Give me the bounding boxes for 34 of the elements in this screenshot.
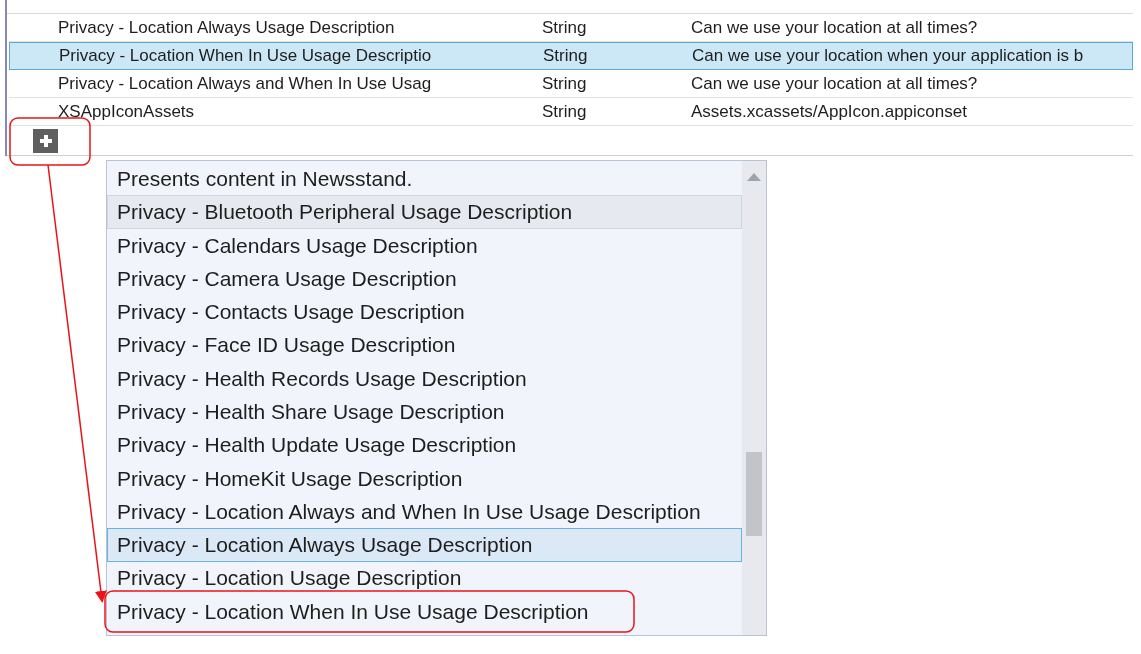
plus-icon (39, 134, 52, 147)
dropdown-item[interactable]: Privacy - Health Records Usage Description (107, 361, 742, 396)
type-cell-text: String (543, 45, 589, 68)
table-row[interactable]: Privacy - Location When In Use Usage Descriptio String Can we use your location when your application is b (9, 42, 1133, 70)
value-cell-text: Can we use your location at all times? (691, 16, 978, 39)
dropdown-item[interactable]: Privacy - Location When In Use Usage Description (107, 594, 742, 629)
value-cell-text: Can we use your location at all times? (691, 72, 978, 95)
dropdown-item[interactable]: Privacy - HomeKit Usage Description (107, 461, 742, 495)
add-button[interactable] (33, 128, 58, 153)
dropdown-item[interactable]: Privacy - Camera Usage Description (107, 261, 742, 296)
dropdown-item[interactable]: Privacy - Face ID Usage Description (107, 328, 742, 362)
key-cell-text: Privacy - Location Always and When In Use Usag (57, 72, 433, 95)
type-cell-text: String (542, 16, 588, 39)
scroll-up-icon[interactable] (747, 173, 761, 181)
dropdown-item[interactable]: Privacy - Contacts Usage Description (107, 295, 742, 329)
table-row[interactable]: Privacy - Location Always and When In Use Usag String Can we use your location at all times? (9, 70, 1133, 98)
dropdown-item[interactable]: Privacy - Bluetooth Peripheral Usage Description (107, 195, 742, 229)
dropdown-item[interactable]: Privacy - Health Update Usage Description (107, 428, 742, 462)
dropdown-item[interactable]: Privacy - Calendars Usage Description (107, 228, 742, 262)
value-cell-text: Can we use your location when your application is b (692, 45, 1084, 68)
type-cell-text: String (542, 100, 588, 123)
scrollbar-thumb[interactable] (746, 452, 762, 536)
type-cell-text: String (542, 72, 588, 95)
dropdown-item[interactable]: Privacy - Location Usage Description (107, 561, 742, 595)
dropdown-item[interactable]: Privacy - Health Share Usage Description (107, 395, 742, 429)
dropdown-item[interactable]: Presents content in Newsstand. (107, 162, 742, 196)
key-cell-text: Privacy - Location Always Usage Description (57, 16, 396, 39)
table-row[interactable]: XSAppIconAssets String Assets.xcassets/AppIcon.appiconset (9, 98, 1133, 126)
dropdown-item[interactable]: Privacy - Location Always Usage Description (107, 528, 742, 562)
key-cell-text: XSAppIconAssets (57, 100, 196, 123)
scrollbar[interactable] (742, 161, 766, 635)
key-cell-text: Privacy - Location When In Use Usage Descriptio (58, 45, 433, 68)
value-cell-text: Assets.xcassets/AppIcon.appiconset (691, 100, 967, 123)
dropdown-item[interactable]: Privacy - Location Always and When In Use Usage Description (107, 494, 742, 529)
